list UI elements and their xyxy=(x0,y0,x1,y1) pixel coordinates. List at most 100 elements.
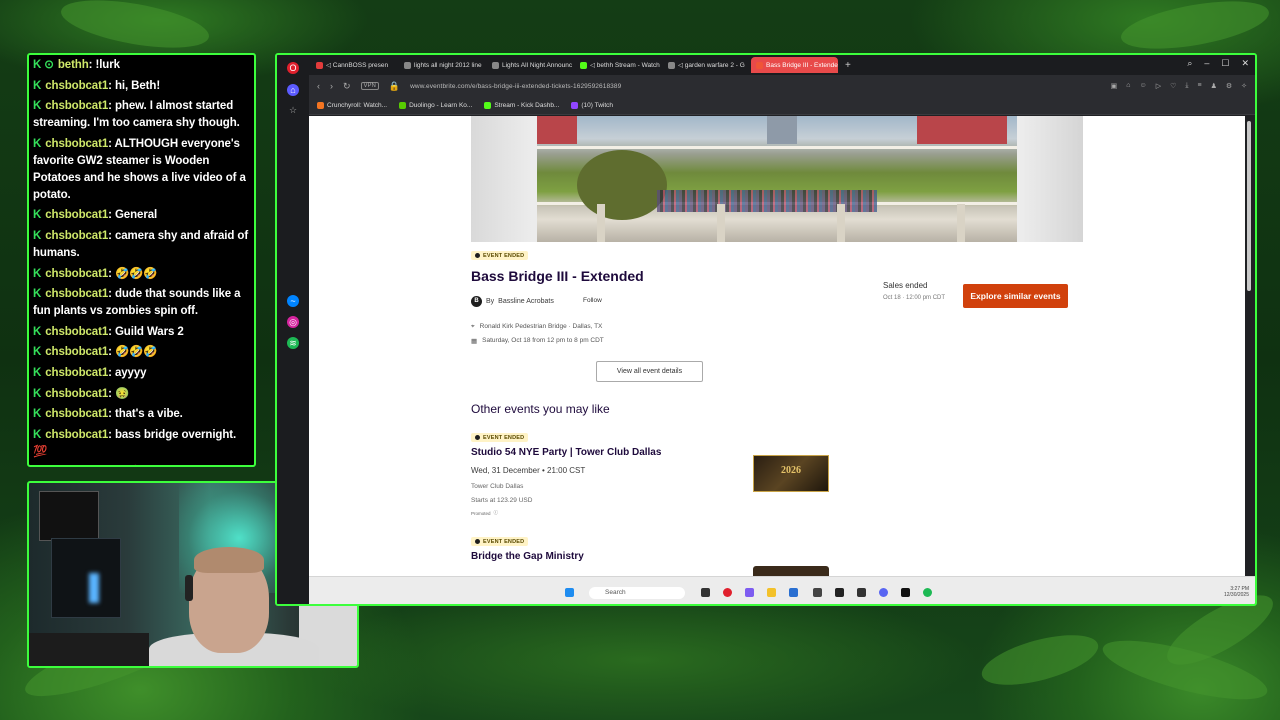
settings-icon[interactable]: ⚙ xyxy=(1226,82,1232,90)
chat-username[interactable]: chsbobcat1 xyxy=(45,80,108,92)
chat-username[interactable]: chsbobcat1 xyxy=(45,466,108,467)
reload-icon[interactable]: ↻ xyxy=(343,81,351,92)
play-icon[interactable]: ▷ xyxy=(1156,82,1161,90)
event-card-title[interactable]: Bridge the Gap Ministry xyxy=(471,551,584,562)
streamer-hair xyxy=(194,547,264,573)
chat-message: Kchsbobcat1: General xyxy=(33,207,250,224)
chat-text: : General xyxy=(108,209,158,222)
lock-icon: 🔒 xyxy=(388,80,401,91)
by-label: By xyxy=(486,298,495,305)
app-icon[interactable] xyxy=(857,588,866,597)
browser-tab[interactable]: ◁ CannBOSS presen xyxy=(311,57,398,73)
heart-icon[interactable]: ♡ xyxy=(1170,82,1176,90)
url-field[interactable]: www.eventbrite.com/e/bass-bridge-iii-ext… xyxy=(410,83,1101,90)
chat-username[interactable]: chsbobcat1 xyxy=(45,268,108,280)
back-icon[interactable]: ‹ xyxy=(317,81,320,91)
badge-dot-icon xyxy=(475,435,480,440)
chat-message: Kchsbobcat1: phew. I almost started stre… xyxy=(33,98,250,132)
browser-tab[interactable]: Bass Bridge III - Extended xyxy=(751,57,838,73)
app-icon[interactable] xyxy=(813,588,822,597)
menu-icon[interactable]: ≡ xyxy=(1197,82,1201,90)
browser-tab[interactable]: Lights All Night Announc xyxy=(487,57,574,73)
chat-message: Kchsbobcat1: 🙏🔥 xyxy=(33,464,250,467)
follow-button[interactable]: Follow xyxy=(583,297,602,304)
copilot-icon[interactable] xyxy=(745,588,754,597)
event-location: ⌖ Ronald Kirk Pedestrian Bridge · Dallas… xyxy=(471,323,602,331)
close-icon[interactable]: ✕ xyxy=(1241,58,1249,69)
chat-message: Kchsbobcat1: hi, Beth! xyxy=(33,78,250,95)
chat-username[interactable]: chsbobcat1 xyxy=(45,408,108,420)
chat-username[interactable]: chsbobcat1 xyxy=(45,388,108,400)
download-icon[interactable]: ⤓ xyxy=(1185,82,1188,90)
event-card-title[interactable]: Studio 54 NYE Party | Tower Club Dallas xyxy=(471,447,661,458)
chat-message: Kchsbobcat1: bass bridge overnight. 💯 xyxy=(33,427,250,461)
minimize-icon[interactable]: – xyxy=(1204,58,1209,69)
store-icon[interactable] xyxy=(789,588,798,597)
info-icon[interactable]: ⓘ xyxy=(494,510,499,516)
start-icon[interactable] xyxy=(565,588,574,597)
date-text: Saturday, Oct 18 from 12 pm to 8 pm CDT xyxy=(482,337,604,344)
chat-username[interactable]: chsbobcat1 xyxy=(45,367,108,379)
chat-username[interactable]: chsbobcat1 xyxy=(45,230,108,242)
organizer-name[interactable]: Bassline Acrobats xyxy=(498,298,554,305)
explore-similar-events-button[interactable]: Explore similar events xyxy=(963,284,1068,308)
badge-label: EVENT ENDED xyxy=(483,252,525,259)
ai-icon[interactable]: ✧ xyxy=(1241,82,1247,90)
spotify-taskbar-icon[interactable] xyxy=(923,588,932,597)
snapshot-icon[interactable]: ▣ xyxy=(1111,82,1118,90)
app-icon[interactable] xyxy=(835,588,844,597)
opera-logo-icon[interactable]: O xyxy=(287,62,299,74)
workspace-icon[interactable]: ⌂ xyxy=(287,84,299,96)
bookmark-item[interactable]: (10) Twitch xyxy=(571,102,613,109)
forward-icon[interactable]: › xyxy=(330,81,333,91)
opera-taskbar-icon[interactable] xyxy=(723,588,732,597)
tab-bar: ◁ CannBOSS presen lights all night 2012 l… xyxy=(309,55,1255,75)
address-bar: ‹ › ↻ VPN 🔒 www.eventbrite.com/e/bass-br… xyxy=(309,75,1255,97)
chat-username[interactable]: chsbobcat1 xyxy=(45,429,108,441)
chat-badge-icon: K xyxy=(33,408,42,421)
event-card-thumbnail[interactable] xyxy=(753,566,829,576)
bookmark-favicon-icon xyxy=(317,102,324,109)
obs-icon[interactable] xyxy=(901,588,910,597)
bookmark-favicon-icon xyxy=(399,102,407,109)
search-tabs-icon[interactable]: ⌕ xyxy=(1187,58,1192,69)
chat-badge-icon: K xyxy=(33,325,42,338)
event-card-thumbnail[interactable]: 2026 xyxy=(753,455,829,492)
star-icon[interactable]: ☆ xyxy=(287,104,299,116)
promoted-label: Promoted ⓘ xyxy=(471,510,498,516)
bookmark-item[interactable]: Crunchyroll: Watch... xyxy=(317,102,387,109)
file-explorer-icon[interactable] xyxy=(767,588,776,597)
home-icon[interactable]: ⌂ xyxy=(1126,82,1130,90)
browser-tab[interactable]: ◁ bethh Stream - Watch xyxy=(575,57,662,73)
taskbar-clock[interactable]: 3:27 PM 12/30/2025 xyxy=(1224,586,1249,598)
page-scrollbar[interactable] xyxy=(1247,121,1251,291)
emoji-icon[interactable]: ☺ xyxy=(1140,82,1147,90)
bookmark-item[interactable]: Stream - Kick Dashb... xyxy=(484,102,559,109)
chat-username[interactable]: chsbobcat1 xyxy=(45,346,108,358)
instagram-icon[interactable]: ◎ xyxy=(287,316,299,328)
organizer-avatar[interactable]: B xyxy=(471,296,482,307)
chat-username[interactable]: bethh xyxy=(58,59,89,71)
bookmark-item[interactable]: Duolingo - Learn Ko... xyxy=(399,102,472,109)
profile-icon[interactable]: ♟ xyxy=(1211,82,1217,90)
spotify-icon[interactable]: ≋ xyxy=(287,337,299,349)
chat-username[interactable]: chsbobcat1 xyxy=(45,209,108,221)
browser-tab[interactable]: ◁ garden warfare 2 - G xyxy=(663,57,750,73)
discord-icon[interactable] xyxy=(879,588,888,597)
chat-username[interactable]: chsbobcat1 xyxy=(45,326,108,338)
tab-label: lights all night 2012 line xyxy=(414,61,482,69)
chat-username[interactable]: chsbobcat1 xyxy=(45,100,108,112)
browser-tab[interactable]: lights all night 2012 line xyxy=(399,57,486,73)
taskbar-search[interactable]: Search xyxy=(589,587,685,599)
vpn-badge[interactable]: VPN xyxy=(360,82,379,90)
task-view-icon[interactable] xyxy=(701,588,710,597)
chat-badge-icon: K xyxy=(33,346,42,359)
wall-frame xyxy=(39,491,99,541)
chat-username[interactable]: chsbobcat1 xyxy=(45,288,108,300)
chat-username[interactable]: chsbobcat1 xyxy=(45,138,108,150)
view-event-details-button[interactable]: View all event details xyxy=(596,361,703,382)
new-tab-button[interactable]: + xyxy=(839,60,857,71)
bookmark-label: (10) Twitch xyxy=(581,102,614,109)
messenger-icon[interactable]: ~ xyxy=(287,295,299,307)
maximize-icon[interactable]: ☐ xyxy=(1221,58,1229,69)
